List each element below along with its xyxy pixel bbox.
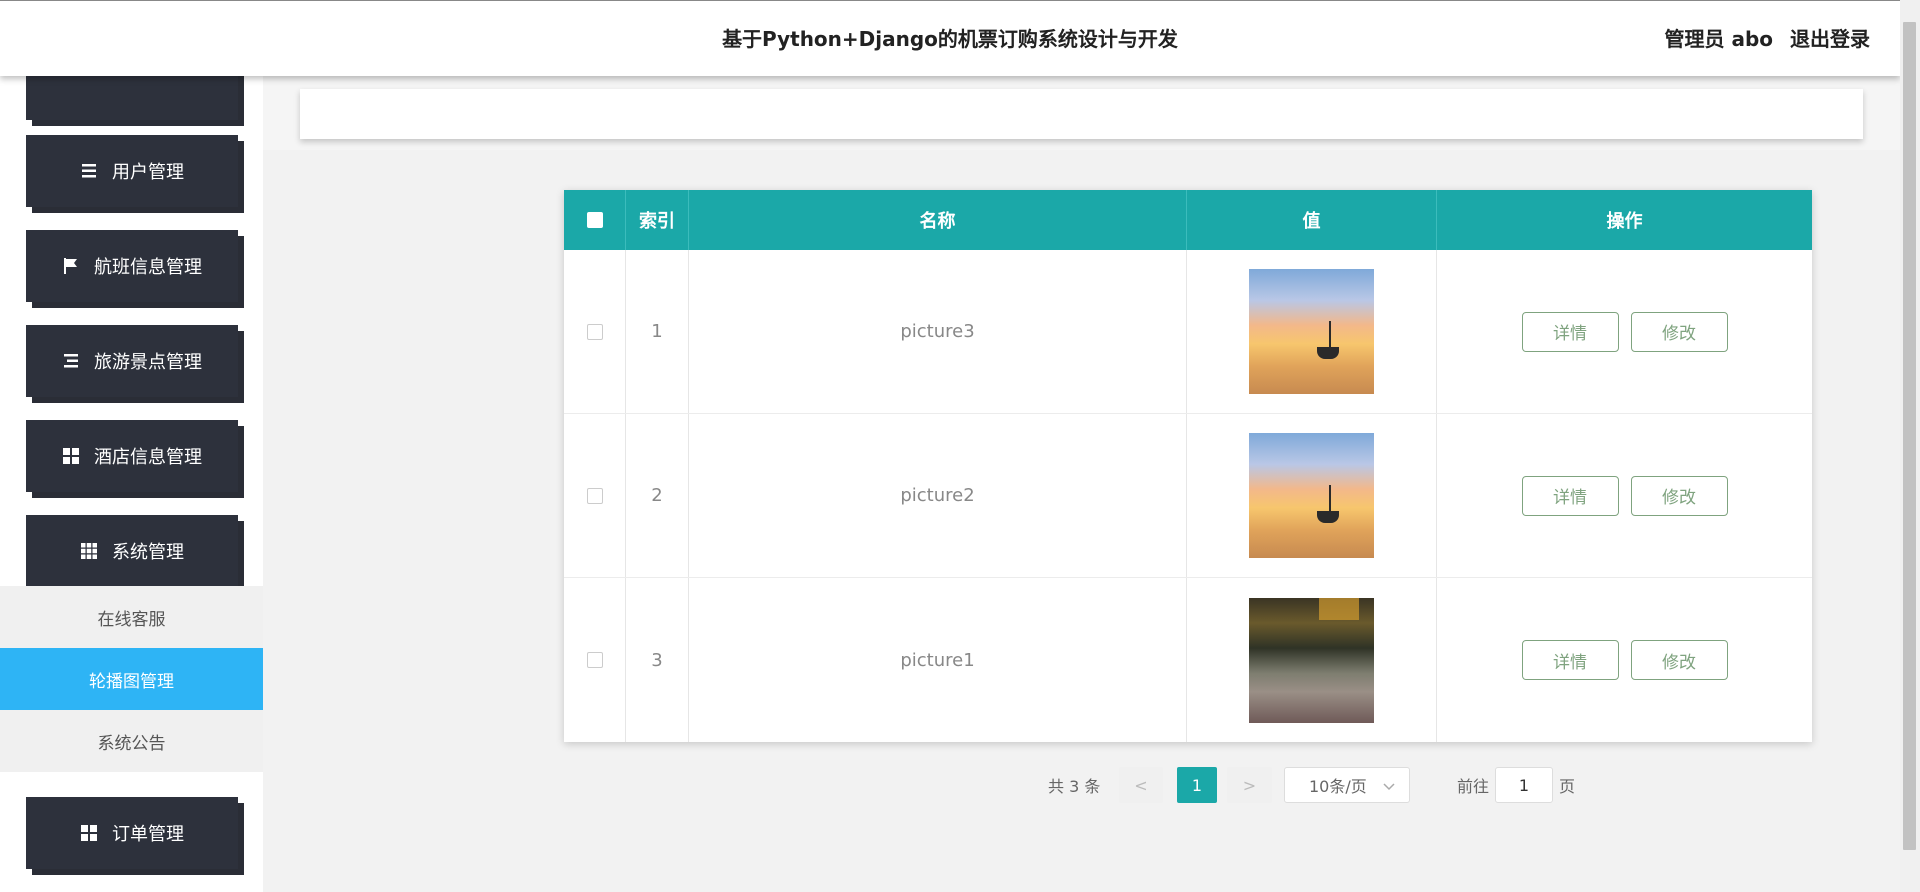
page-size-value: 10条/页 — [1309, 777, 1367, 796]
main-content: 索引 名称 值 操作 1 picture3 详情 修改 2 picture2 详… — [263, 76, 1900, 892]
row-index: 2 — [626, 414, 689, 577]
goto-page-input[interactable]: 1 — [1495, 767, 1553, 803]
header-actions: 操作 — [1606, 211, 1643, 232]
user-role: 管理员 abo — [1664, 27, 1774, 51]
page-size-select[interactable]: 10条/页 — [1284, 767, 1410, 803]
sunset-boat-image — [1249, 269, 1374, 394]
next-page-button[interactable]: > — [1227, 767, 1272, 803]
sidebar-item-label: 订单管理 — [112, 824, 184, 845]
header-name: 名称 — [689, 190, 1187, 250]
row-name: picture2 — [689, 414, 1187, 577]
goto-label: 前往 — [1457, 777, 1490, 796]
sidebar: 用户管理 航班信息管理 旅游景点管理 酒店信息管理 系统管理 在线客服 轮播图管… — [0, 76, 263, 892]
sidebar-item-label: 用户管理 — [112, 162, 184, 183]
sidebar-item-label: 酒店信息管理 — [94, 447, 202, 468]
row-name: picture3 — [689, 250, 1187, 413]
scrollbar-thumb[interactable] — [1903, 22, 1916, 850]
select-all-cell[interactable] — [564, 190, 626, 250]
row-index: 3 — [626, 578, 689, 742]
detail-button[interactable]: 详情 — [1521, 640, 1619, 680]
table-row: 2 picture2 详情 修改 — [564, 414, 1812, 578]
sunset-boat-image — [1249, 433, 1374, 558]
logout-link[interactable]: 退出登录 — [1790, 27, 1870, 51]
detail-button[interactable]: 详情 — [1521, 311, 1619, 352]
edit-button[interactable]: 修改 — [1630, 640, 1728, 680]
sidebar-item-hotels[interactable]: 酒店信息管理 — [26, 420, 238, 492]
flag-icon — [62, 257, 80, 275]
row-checkbox[interactable] — [586, 652, 603, 668]
select-all-checkbox[interactable] — [586, 212, 603, 228]
flower-field-image — [1249, 597, 1374, 723]
grid-icon — [80, 824, 98, 842]
submenu-online-service[interactable]: 在线客服 — [0, 586, 263, 648]
page-number-current[interactable]: 1 — [1177, 767, 1217, 803]
top-header: 基于Python+Django的机票订购系统设计与开发 管理员 abo 退出登录 — [0, 0, 1900, 76]
page-suffix-label: 页 — [1559, 777, 1576, 796]
sidebar-item-users[interactable]: 用户管理 — [26, 135, 238, 207]
sidebar-item-label: 航班信息管理 — [94, 257, 202, 278]
submenu-announcements[interactable]: 系统公告 — [0, 710, 263, 772]
vertical-scrollbar[interactable] — [1900, 0, 1920, 892]
sidebar-item-label: 旅游景点管理 — [94, 352, 202, 373]
sidebar-item-label: 系统管理 — [112, 542, 184, 563]
table-row: 3 picture1 详情 修改 — [564, 578, 1812, 742]
prev-page-button[interactable]: < — [1119, 767, 1163, 803]
data-table: 索引 名称 值 操作 1 picture3 详情 修改 2 picture2 详… — [564, 190, 1812, 742]
sidebar-item-orders[interactable]: 订单管理 — [26, 797, 238, 869]
grid9-icon — [80, 542, 98, 560]
list-icon — [62, 352, 80, 370]
page-title: 基于Python+Django的机票订购系统设计与开发 — [722, 27, 1178, 51]
header-index: 索引 — [626, 190, 689, 250]
grid-icon — [62, 447, 80, 465]
row-checkbox[interactable] — [586, 487, 603, 504]
submenu-carousel-management[interactable]: 轮播图管理 — [0, 648, 263, 710]
sidebar-item-attractions[interactable]: 旅游景点管理 — [26, 325, 238, 397]
user-area: 管理员 abo 退出登录 — [1655, 23, 1870, 52]
detail-button[interactable]: 详情 — [1521, 475, 1619, 516]
sidebar-item-flights[interactable]: 航班信息管理 — [26, 230, 238, 302]
row-name: picture1 — [689, 578, 1187, 742]
list-icon — [80, 162, 98, 180]
row-index: 1 — [626, 250, 689, 413]
chevron-down-icon — [1383, 776, 1395, 795]
pagination: 共 3 条 < 1 > 10条/页 前往 1 页 — [263, 767, 1900, 803]
sidebar-item-system[interactable]: 系统管理 — [26, 515, 238, 587]
edit-button[interactable]: 修改 — [1630, 311, 1728, 352]
pagination-total: 共 3 条 — [1048, 777, 1101, 796]
row-checkbox[interactable] — [586, 323, 603, 340]
table-header: 索引 名称 值 操作 — [564, 190, 1812, 250]
header-value: 值 — [1187, 190, 1437, 250]
table-row: 1 picture3 详情 修改 — [564, 250, 1812, 414]
edit-button[interactable]: 修改 — [1630, 475, 1728, 516]
sidebar-item-partial[interactable] — [26, 76, 238, 120]
search-bar — [300, 89, 1863, 139]
